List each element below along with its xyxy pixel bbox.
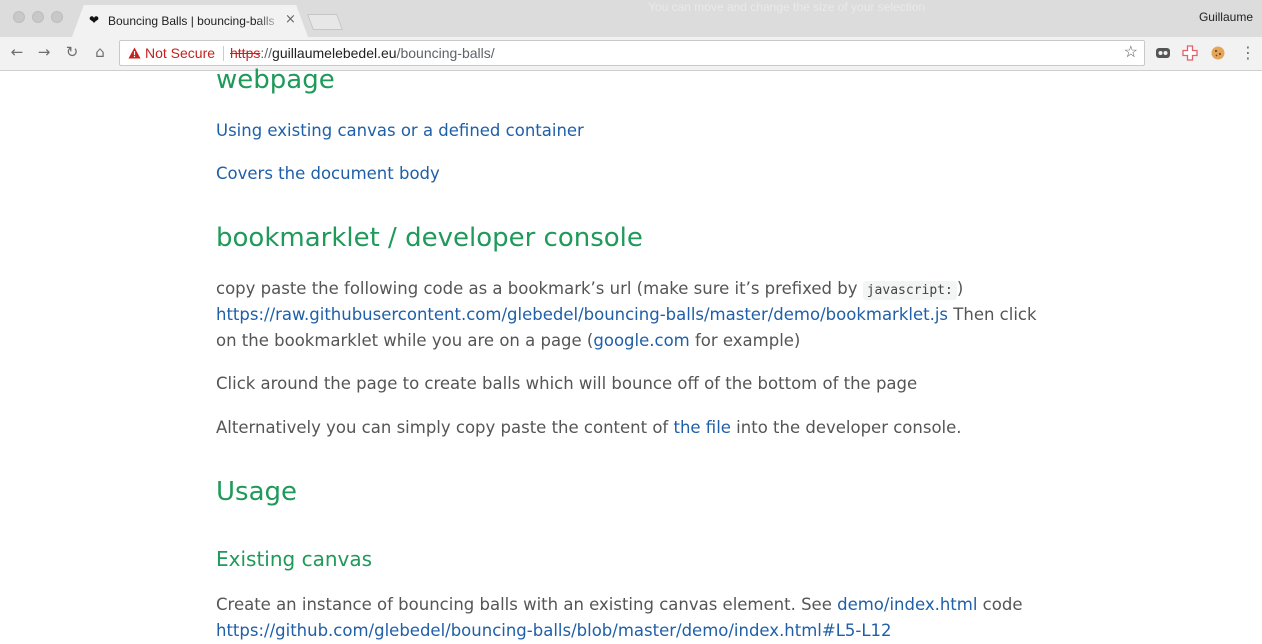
selection-hint: You can move and change the size of your… bbox=[648, 0, 926, 14]
paragraph-covers-body: Covers the document body bbox=[216, 161, 440, 187]
text: ) bbox=[956, 279, 964, 298]
text: copy paste the following code as a bookm… bbox=[216, 279, 863, 298]
link-demo-index[interactable]: demo/index.html bbox=[837, 595, 977, 614]
bookmark-star-icon[interactable]: ☆ bbox=[1124, 43, 1138, 63]
heading-bookmarklet: bookmarklet / developer console bbox=[216, 223, 643, 253]
link-existing-canvas[interactable]: Using existing canvas or a defined conta… bbox=[216, 121, 584, 140]
text: code bbox=[977, 595, 1023, 614]
paragraph-usage-link: https://github.com/glebedel/bouncing-bal… bbox=[216, 618, 892, 644]
back-button[interactable]: ← bbox=[7, 42, 27, 62]
url-separator: :// bbox=[260, 45, 273, 61]
url-host: guillaumelebedel.eu bbox=[272, 45, 397, 61]
medical-cross-icon[interactable] bbox=[1182, 45, 1198, 61]
text: Create an instance of bouncing balls wit… bbox=[216, 595, 838, 614]
text: Alternatively you can simply copy paste … bbox=[216, 418, 674, 437]
minimize-window-button[interactable] bbox=[32, 11, 44, 23]
warning-icon bbox=[128, 47, 141, 59]
close-tab-button[interactable]: × bbox=[285, 13, 296, 27]
tab-strip: ❤ Bouncing Balls | bouncing-balls × You … bbox=[0, 0, 1262, 37]
profile-name[interactable]: Guillaume bbox=[1199, 10, 1253, 24]
link-google[interactable]: google.com bbox=[593, 331, 689, 350]
link-github-index[interactable]: https://github.com/glebedel/bouncing-bal… bbox=[216, 621, 892, 640]
ghost-mask-icon[interactable] bbox=[1155, 45, 1171, 61]
heading-webpage: webpage bbox=[216, 65, 335, 95]
forward-button[interactable]: → bbox=[34, 42, 54, 62]
paragraph-usage: Create an instance of bouncing balls wit… bbox=[216, 592, 1022, 618]
browser-menu-button[interactable]: ⋮ bbox=[1240, 43, 1256, 63]
heading-usage: Usage bbox=[216, 477, 298, 507]
link-covers-body[interactable]: Covers the document body bbox=[216, 164, 440, 183]
cookie-icon[interactable] bbox=[1210, 45, 1226, 61]
text: Then click bbox=[948, 305, 1037, 324]
paragraph-bookmarklet-line1: copy paste the following code as a bookm… bbox=[216, 276, 963, 304]
security-indicator[interactable]: Not Secure bbox=[145, 45, 215, 61]
paragraph-bookmarklet-line2: https://raw.githubusercontent.com/glebed… bbox=[216, 302, 1037, 328]
link-bookmarklet-js[interactable]: https://raw.githubusercontent.com/glebed… bbox=[216, 305, 948, 324]
code-javascript: javascript: bbox=[862, 281, 957, 300]
close-window-button[interactable] bbox=[13, 11, 25, 23]
divider bbox=[223, 46, 224, 61]
reload-button[interactable]: ↻ bbox=[62, 42, 82, 62]
text: into the developer console. bbox=[730, 418, 962, 437]
link-the-file[interactable]: the file bbox=[673, 418, 730, 437]
tab-bouncing-balls[interactable]: ❤ Bouncing Balls | bouncing-balls × bbox=[72, 5, 308, 37]
maximize-window-button[interactable] bbox=[51, 11, 63, 23]
url-text[interactable]: https://guillaumelebedel.eu/bouncing-bal… bbox=[230, 45, 495, 61]
paragraph-click-around: Click around the page to create balls wh… bbox=[216, 374, 918, 393]
paragraph-existing-canvas: Using existing canvas or a defined conta… bbox=[216, 118, 584, 144]
url-scheme: https bbox=[230, 45, 261, 61]
tab-title: Bouncing Balls | bouncing-balls bbox=[108, 14, 275, 28]
text: on the bookmarklet while you are on a pa… bbox=[216, 331, 594, 350]
heading-existing-canvas: Existing canvas bbox=[216, 547, 373, 571]
browser-toolbar: ← → ↻ ⌂ Not Secure https://guillaumelebe… bbox=[0, 37, 1262, 71]
heart-icon: ❤ bbox=[89, 13, 100, 27]
paragraph-bookmarklet-line3: on the bookmarklet while you are on a pa… bbox=[216, 328, 800, 354]
paragraph-alternatively: Alternatively you can simply copy paste … bbox=[216, 415, 962, 441]
url-path: /bouncing-balls/ bbox=[396, 45, 495, 61]
home-button[interactable]: ⌂ bbox=[90, 42, 110, 62]
new-tab-button[interactable] bbox=[307, 14, 343, 30]
text: for example) bbox=[689, 331, 801, 350]
address-bar[interactable]: Not Secure https://guillaumelebedel.eu/b… bbox=[119, 40, 1145, 66]
